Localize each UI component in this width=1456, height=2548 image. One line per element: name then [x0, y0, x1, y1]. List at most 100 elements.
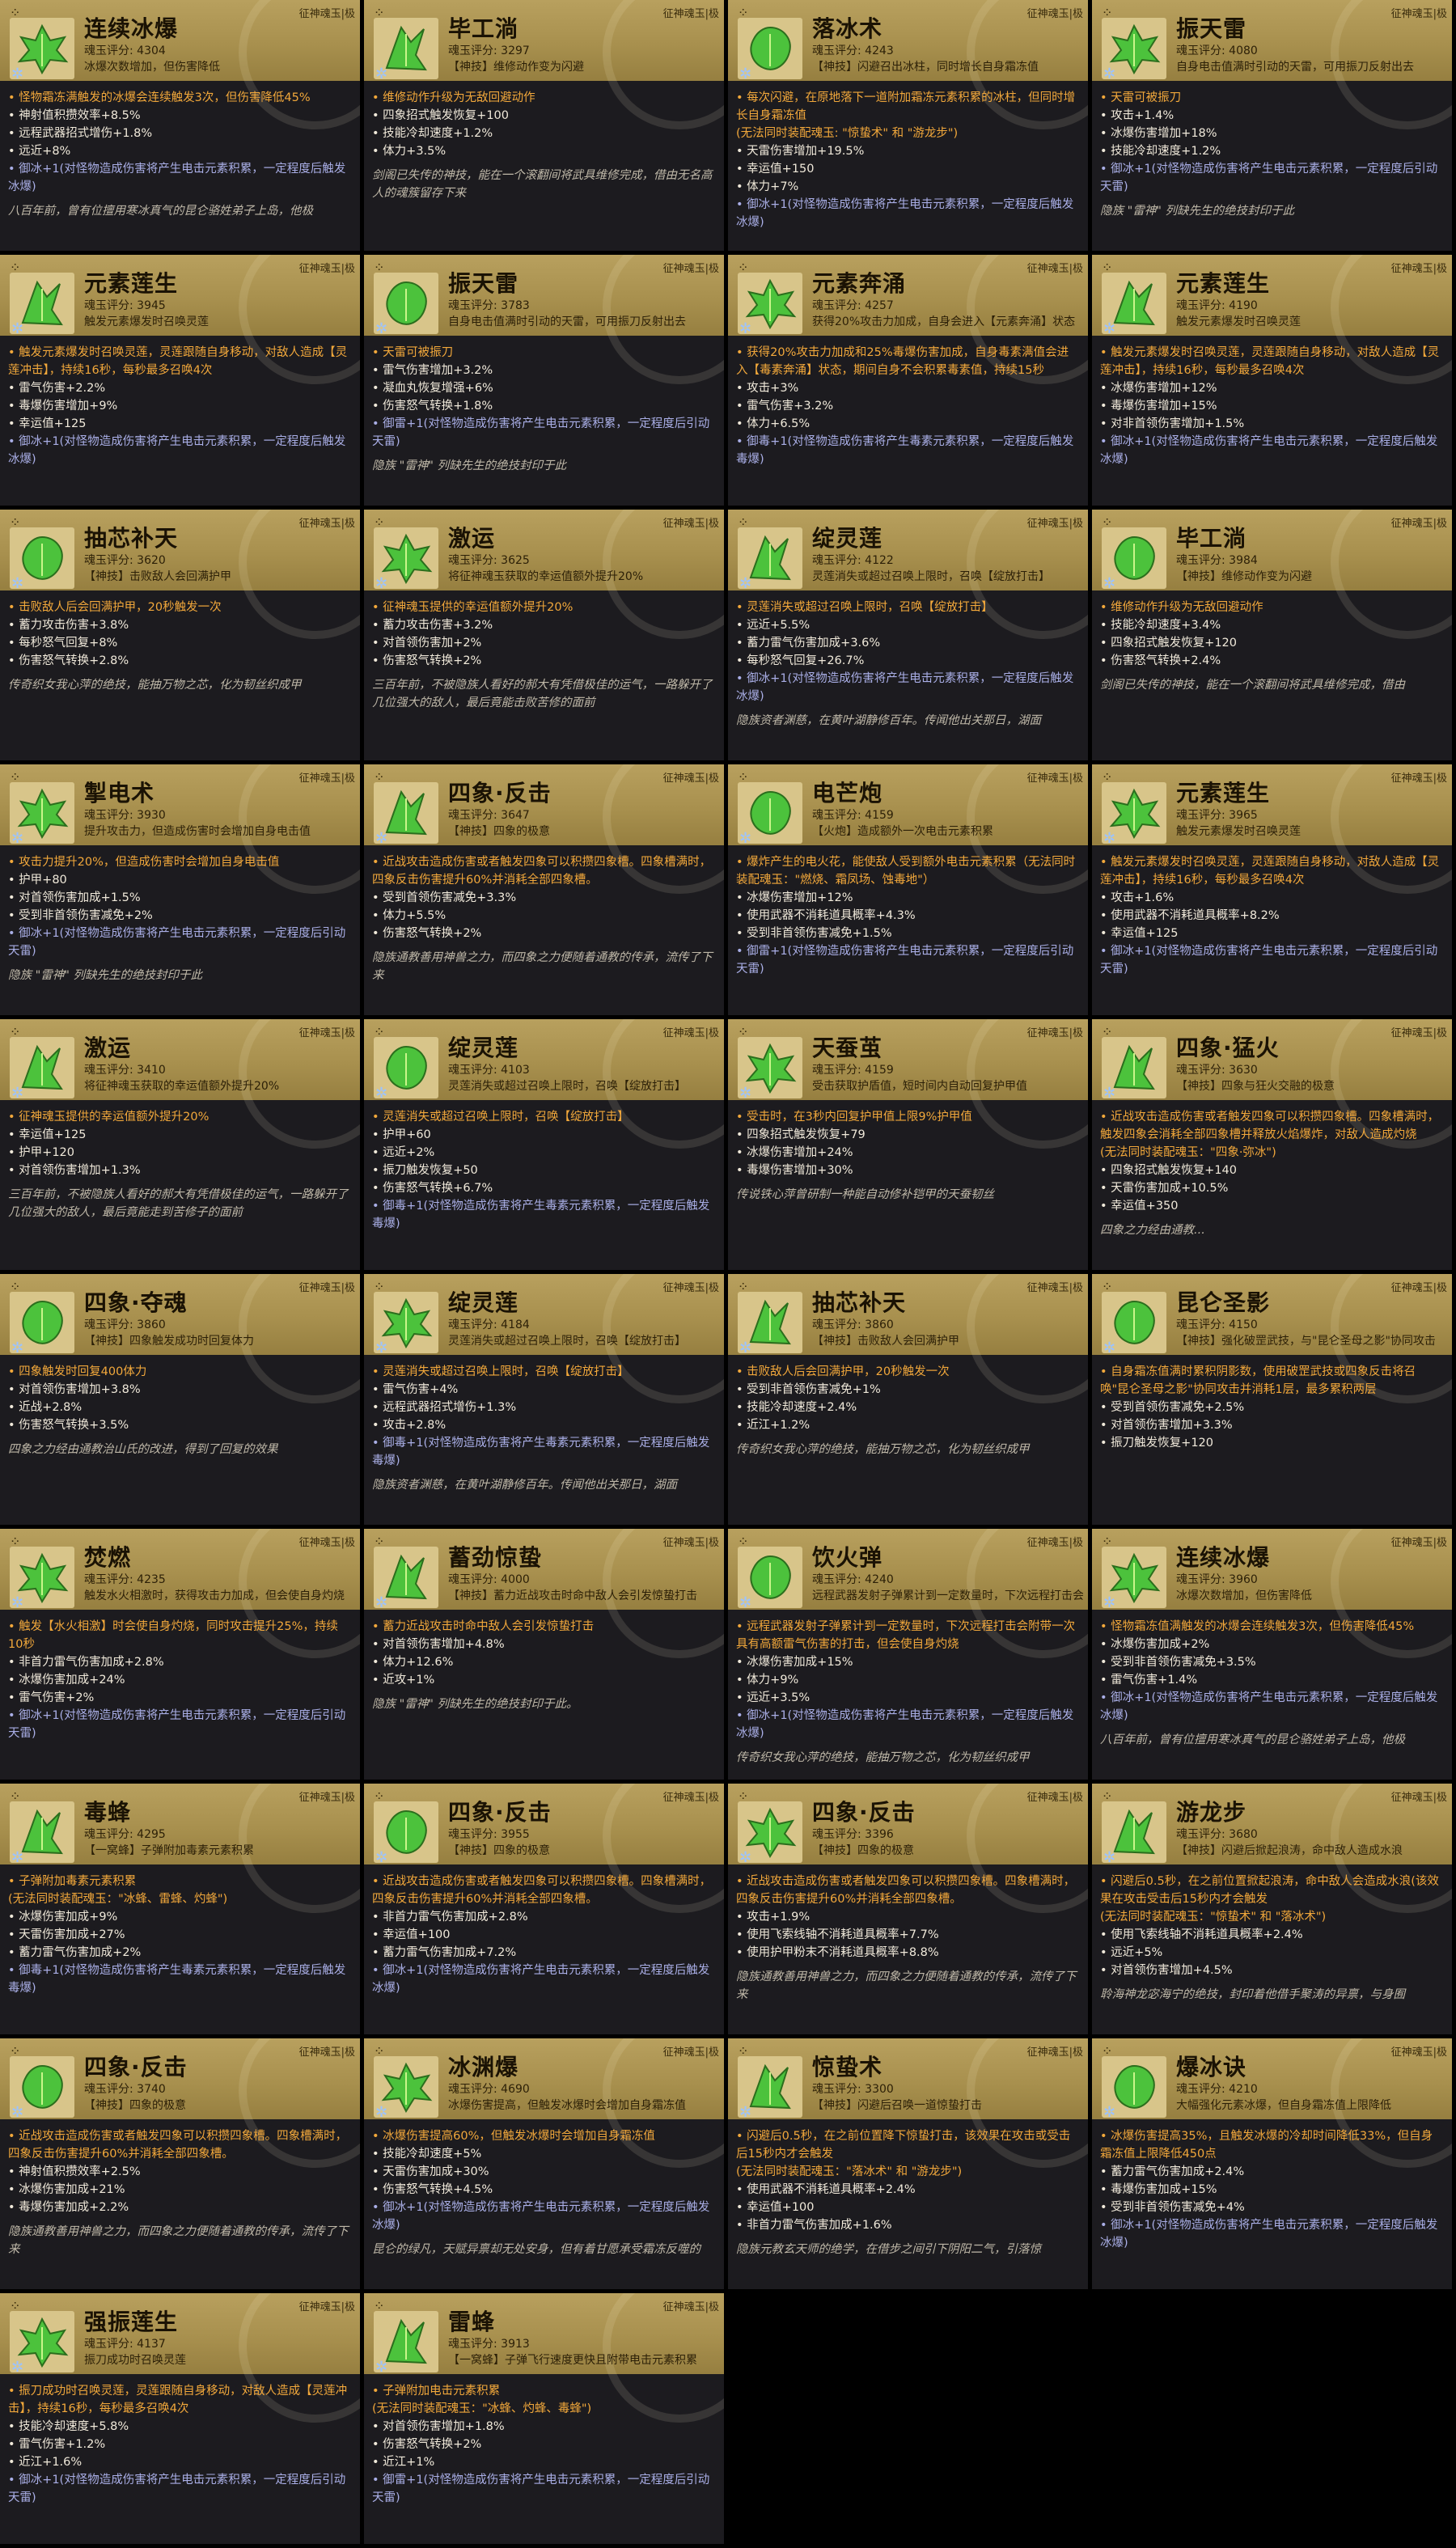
- element-snowflake-icon: ✲: [1103, 320, 1116, 337]
- jade-subtitle: 触发元素爆发时召唤灵莲: [84, 315, 209, 328]
- corner-dots-icon: ⁘: [1102, 769, 1115, 785]
- jade-card[interactable]: ⁘ ✲ 振天雷 魂玉评分: 4080 自身电击值满时引动的天雷，可用振刀反射出去 征神魂玉…: [1092, 0, 1454, 252]
- jade-card[interactable]: ⁘ ✲ 绽灵莲 魂玉评分: 4184 灵莲消失或超过召唤上限时，召唤【绽放打击】 征神魂玉…: [364, 1274, 726, 1526]
- jade-card[interactable]: ⁘ ✲ 抽芯补天 魂玉评分: 3620 【神技】击败敌人会回满护甲 征神魂玉|极 • 击败敌…: [0, 510, 362, 762]
- element-bonus-line: • 御冰+1(对怪物造成伤害将产生电击元素积累，一定程度后触发冰爆): [736, 672, 1074, 703]
- jade-score: 魂玉评分: 3930: [84, 809, 166, 822]
- jade-subtitle: 【神技】蓄力近战攻击时命中敌人会引发惊蛰打击: [448, 1589, 697, 1602]
- jade-icon-frame: ✲: [1102, 782, 1166, 847]
- stat-line: • 技能冷却速度+1.2%: [1100, 145, 1221, 158]
- jade-subtitle: 冰爆伤害提高，但触发冰爆时会增加自身霜冻值: [448, 2099, 686, 2112]
- jade-score: 魂玉评分: 4304: [84, 44, 166, 57]
- jade-card[interactable]: ⁘ ✲ 四象·反击 魂玉评分: 3396 【神技】四象的极意 征神魂玉|极 • 近战攻击造成…: [728, 1784, 1090, 2036]
- jade-card[interactable]: ⁘ ✲ 天蚕茧 魂玉评分: 4159 受击获取护盾值，短时间内自动回复护甲值 征神魂玉|极…: [728, 1019, 1090, 1272]
- jade-card[interactable]: ⁘ ✲ 激运 魂玉评分: 3410 将征神魂玉获取的幸运值额外提升20% 征神魂玉|极 • …: [0, 1019, 362, 1272]
- jade-subtitle: 【神技】四象与狂火交融的极意: [1176, 1080, 1335, 1093]
- jade-card[interactable]: ⁘ ✲ 毕工淌 魂玉评分: 3297 【神技】维修动作变为闪避 征神魂玉|极 • 维修动作升…: [364, 0, 726, 252]
- jade-card[interactable]: ⁘ ✲ 元素莲生 魂玉评分: 3965 触发元素爆发时召唤灵莲 征神魂玉|极 • 触发元素爆…: [1092, 764, 1454, 1017]
- jade-tier-tag: 征神魂玉|极: [298, 263, 355, 275]
- jade-card[interactable]: ⁘ ✲ 电芒炮 魂玉评分: 4159 【火炮】造成额外一次电击元素积累 征神魂玉|极 • 爆…: [728, 764, 1090, 1017]
- stat-line: • 技能冷却速度+1.2%: [372, 127, 493, 140]
- jade-subtitle: 【火炮】造成额外一次电击元素积累: [812, 825, 993, 838]
- jade-card[interactable]: ⁘ ✲ 蓄劲惊蛰 魂玉评分: 4000 【神技】蓄力近战攻击时命中敌人会引发惊蛰打击 征神…: [364, 1529, 726, 1781]
- jade-card[interactable]: ⁘ ✲ 焚燃 魂玉评分: 4235 触发水火相激时，获得攻击力加成，但会使自身灼烧 征神魂…: [0, 1529, 362, 1781]
- stat-line: • 幸运值+100: [736, 2201, 815, 2214]
- lore-text: 隐族 "雷神" 列缺先生的绝技封印于此: [372, 459, 567, 472]
- jade-card[interactable]: ⁘ ✲ 昆仑圣影 魂玉评分: 4150 【神技】强化破罡武技，与"昆仑圣母之影"协同攻击…: [1092, 1274, 1454, 1526]
- stat-line: • 雷气伤害+2%: [8, 1691, 95, 1704]
- jade-card[interactable]: ⁘ ✲ 四象·反击 魂玉评分: 3740 【神技】四象的极意 征神魂玉|极 • 近战攻击造成…: [0, 2038, 362, 2291]
- corner-dots-icon: ⁘: [738, 1534, 751, 1549]
- card-body: • 怪物霜冻满触发的冰爆会连续触发3次，但伤害降低45% • 神射值积攒效率+8.…: [8, 89, 352, 220]
- jade-card[interactable]: ⁘ ✲ 强振莲生 魂玉评分: 4137 振刀成功时召唤灵莲 征神魂玉|极 • 振刀成功时召唤…: [0, 2293, 362, 2546]
- jade-score: 魂玉评分: 3945: [84, 299, 166, 312]
- jade-subtitle: 大幅强化元素冰爆，但自身霜冻值上限降低: [1176, 2099, 1391, 2112]
- stat-line: • 近江+1.2%: [736, 1419, 811, 1432]
- jade-icon-frame: ✲: [374, 1037, 438, 1102]
- jade-card[interactable]: ⁘ ✲ 掣电术 魂玉评分: 3930 提升攻击力，但造成伤害时会增加自身电击值 征神魂玉|…: [0, 764, 362, 1017]
- jade-subtitle: 【神技】闪避后召唤一道惊蛰打击: [812, 2099, 982, 2112]
- jade-card[interactable]: ⁘ ✲ 落冰术 魂玉评分: 4243 【神技】闪避召出冰柱，同时增长自身霜冻值 征神魂玉|…: [728, 0, 1090, 252]
- stat-line: • 毒爆伤害加成+2.2%: [8, 2201, 129, 2214]
- jade-name: 蓄劲惊蛰: [448, 1544, 543, 1571]
- stat-line: • 雷气伤害+2.2%: [8, 382, 106, 395]
- element-snowflake-icon: ✲: [739, 830, 752, 847]
- jade-card[interactable]: ⁘ ✲ 元素奔涌 魂玉评分: 4257 获得20%攻击力加成，自身会进入【元素奔涌】状态…: [728, 255, 1090, 507]
- stat-line: • 对首领伤害增加+1.8%: [372, 2420, 505, 2433]
- jade-card[interactable]: ⁘ ✲ 雷蜂 魂玉评分: 3913 【一窝蜂】子弹飞行速度更快且附带电击元素积累 征神魂玉…: [364, 2293, 726, 2546]
- stat-line: • 体力+6.5%: [736, 417, 811, 430]
- jade-icon-frame: ✲: [738, 1037, 802, 1102]
- lore-text: 隐族资者渊慈，在黄叶湖静修百年。传闻他出关那日，湖面: [372, 1479, 677, 1492]
- jade-card[interactable]: ⁘ ✲ 四象·反击 魂玉评分: 3647 【神技】四象的极意 征神魂玉|极 • 近战攻击造成…: [364, 764, 726, 1017]
- jade-name: 饮火弹: [812, 1544, 883, 1571]
- jade-card[interactable]: ⁘ ✲ 激运 魂玉评分: 3625 将征神魂玉获取的幸运值额外提升20% 征神魂玉|极 • …: [364, 510, 726, 762]
- jade-tier-tag: 征神魂玉|极: [662, 1792, 719, 1804]
- jade-name: 绽灵莲: [448, 1289, 519, 1316]
- jade-card[interactable]: ⁘ ✲ 毕工淌 魂玉评分: 3984 【神技】维修动作变为闪避 征神魂玉|极 • 维修动作升…: [1092, 510, 1454, 762]
- jade-card[interactable]: ⁘ ✲ 振天雷 魂玉评分: 3783 自身电击值满时引动的天雷，可用振刀反射出去 征神魂玉…: [364, 255, 726, 507]
- stat-line: • 对首领伤害增加+3.8%: [8, 1383, 141, 1396]
- jade-icon-frame: ✲: [738, 273, 802, 337]
- jade-card[interactable]: ⁘ ✲ 连续冰爆 魂玉评分: 3960 冰爆次数增加，但伤害降低 征神魂玉|极 • 怪物霜冻…: [1092, 1529, 1454, 1781]
- corner-dots-icon: ⁘: [10, 1534, 23, 1549]
- jade-card[interactable]: ⁘ ✲ 四象·夺魂 魂玉评分: 3860 【神技】四象触发成功时回复体力 征神魂玉|极 • …: [0, 1274, 362, 1526]
- jade-card[interactable]: ⁘ ✲ 饮火弹魂玉评分: 4240 远程武器发射子弹累计到一定数量时，下次远程打击会附…: [728, 1529, 1090, 1781]
- stat-line: • 护甲+120: [8, 1146, 74, 1159]
- jade-subtitle: 【神技】击败敌人会回满护甲: [84, 570, 231, 583]
- effect-line: • 受击时，在3秒内回复护甲值上限9%护甲值: [736, 1111, 972, 1124]
- lore-text: 隐族元教玄天师的绝学，在借步之间引下阴阳二气，引落惊: [736, 2243, 1041, 2256]
- card-body: • 灵莲消失或超过召唤上限时，召唤【绽放打击】 • 远近+5.5% • 蓄力雷气伤害…: [736, 599, 1080, 730]
- jade-card[interactable]: ⁘ ✲ 元素莲生 魂玉评分: 4190 触发元素爆发时召唤灵莲 征神魂玉|极 • 触发元素爆…: [1092, 255, 1454, 507]
- jade-score: 魂玉评分: 4184: [448, 1318, 530, 1331]
- jade-card[interactable]: ⁘ ✲ 绽灵莲 魂玉评分: 4122 灵莲消失或超过召唤上限时，召唤【绽放打击】 征神魂玉…: [728, 510, 1090, 762]
- jade-card[interactable]: ⁘ ✲ 四象·反击 魂玉评分: 3955 【神技】四象的极意 征神魂玉|极 • 近战攻击造成…: [364, 1784, 726, 2036]
- jade-icon-frame: ✲: [10, 2056, 74, 2121]
- card-body: • 击败敌人后会回满护甲，20秒触发一次 • 蓄力攻击伤害+3.8% • 每秒怒气回…: [8, 599, 352, 694]
- jade-subtitle: 将征神魂玉获取的幸运值额外提升20%: [84, 1080, 280, 1093]
- jade-score: 魂玉评分: 4235: [84, 1573, 166, 1586]
- jade-card[interactable]: ⁘ ✲ 连续冰爆 魂玉评分: 4304 冰爆次数增加，但伤害降低 征神魂玉|极 • 怪物霜冻…: [0, 0, 362, 252]
- stat-line: • 对非首领伤害增加+1.5%: [1100, 417, 1245, 430]
- jade-card[interactable]: ⁘ ✲ 惊蛰术 魂玉评分: 3300 【神技】闪避后召唤一道惊蛰打击 征神魂玉|极 • 闪避…: [728, 2038, 1090, 2291]
- jade-subtitle: 触发元素爆发时召唤灵莲: [1176, 825, 1301, 838]
- jade-card[interactable]: ⁘ ✲ 绽灵莲 魂玉评分: 4103 灵莲消失或超过召唤上限时，召唤【绽放打击】 征神魂玉…: [364, 1019, 726, 1272]
- jade-card[interactable]: ⁘ ✲ 游龙步 魂玉评分: 3680 【神技】闪避后掀起浪涛，命中敌人造成水浪 征神魂玉|…: [1092, 1784, 1454, 2036]
- stat-line: • 攻击+2.8%: [372, 1419, 447, 1432]
- jade-card[interactable]: ⁘ ✲ 元素莲生 魂玉评分: 3945 触发元素爆发时召唤灵莲 征神魂玉|极 • 触发元素爆…: [0, 255, 362, 507]
- jade-score: 魂玉评分: 3955: [448, 1828, 530, 1841]
- jade-card[interactable]: ⁘ ✲ 冰渊爆 魂玉评分: 4690 冰爆伤害提高，但触发冰爆时会增加自身霜冻值 征神魂玉…: [364, 2038, 726, 2291]
- jade-card[interactable]: ⁘ ✲ 毒蜂 魂玉评分: 4295 【一窝蜂】子弹附加毒素元素积累 征神魂玉|极 • 子弹附…: [0, 1784, 362, 2036]
- jade-tier-tag: 征神魂玉|极: [1026, 1792, 1083, 1804]
- stat-line: • 四象招式触发恢复+100: [372, 109, 509, 122]
- jade-card[interactable]: ⁘ ✲ 抽芯补天 魂玉评分: 3860 【神技】击败敌人会回满护甲 征神魂玉|极 • 击败敌…: [728, 1274, 1090, 1526]
- jade-tier-tag: 征神魂玉|极: [1026, 8, 1083, 20]
- corner-dots-icon: ⁘: [738, 1788, 751, 1804]
- jade-tier-tag: 征神魂玉|极: [1390, 8, 1447, 20]
- jade-score: 魂玉评分: 4080: [1176, 44, 1258, 57]
- jade-card[interactable]: ⁘ ✲ 四象·猛火 魂玉评分: 3630 【神技】四象与狂火交融的极意 征神魂玉|极 • 近…: [1092, 1019, 1454, 1272]
- element-snowflake-icon: ✲: [375, 66, 388, 83]
- corner-dots-icon: ⁘: [738, 1279, 751, 1294]
- effect-line: • 击败敌人后会回满护甲，20秒触发一次: [8, 601, 222, 614]
- jade-score: 魂玉评分: 3680: [1176, 1828, 1258, 1841]
- jade-card[interactable]: ⁘ ✲ 爆冰诀 魂玉评分: 4210 大幅强化元素冰爆，但自身霜冻值上限降低 征神魂玉|极…: [1092, 2038, 1454, 2291]
